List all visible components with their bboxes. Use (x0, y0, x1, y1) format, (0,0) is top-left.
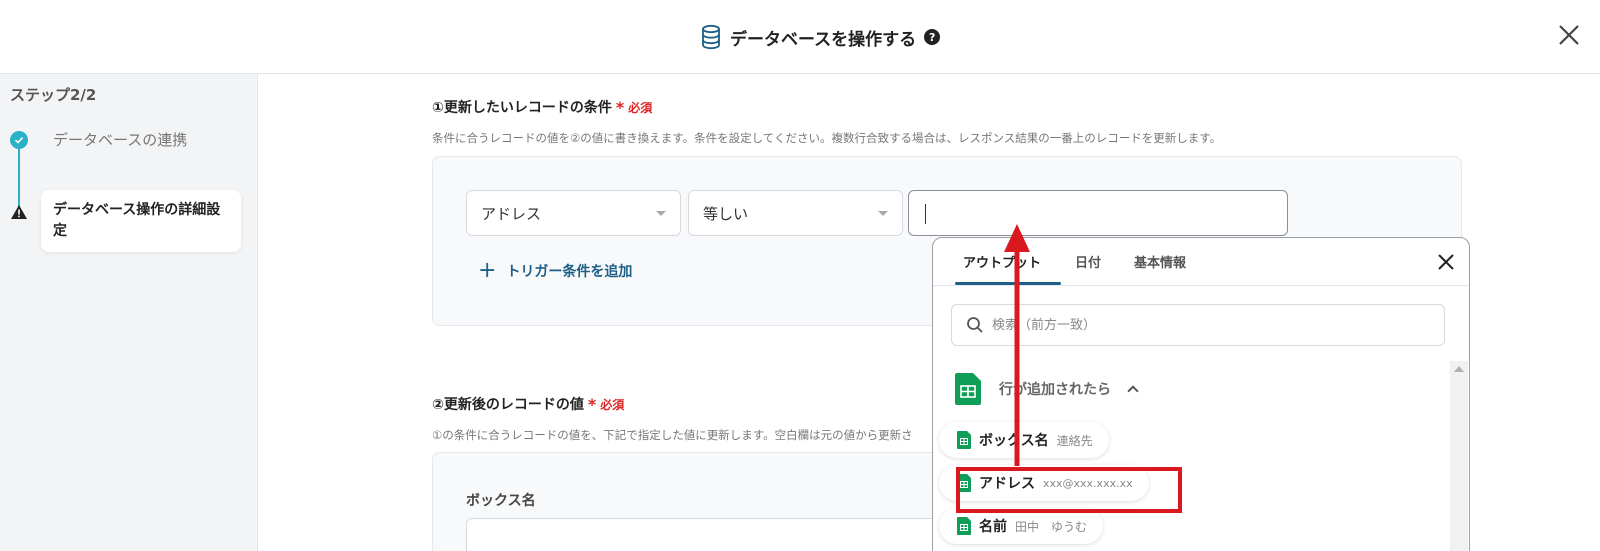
condition-value-input[interactable] (908, 190, 1288, 236)
box-name-input[interactable] (466, 518, 946, 551)
variable-sample: 連絡先 (1056, 433, 1093, 448)
field-select-value: アドレス (481, 204, 542, 223)
spreadsheet-icon (955, 373, 981, 405)
warning-icon (11, 205, 27, 219)
help-icon[interactable]: ? (924, 29, 941, 45)
section1-description: 条件に合うレコードの値を②の値に書き換えます。条件を設定してください。複数行合致… (432, 131, 1222, 145)
search-input[interactable] (992, 317, 1412, 333)
plus-icon: + (478, 258, 497, 283)
spreadsheet-icon (957, 431, 971, 449)
variable-item-box-name[interactable]: ボックス名 連絡先 (939, 422, 1109, 458)
section2-description: ①の条件に合うレコードの値を、下記で指定した値に更新します。空白欄は元の値から更… (432, 428, 913, 442)
section2-title-text: ②更新後のレコードの値 (432, 397, 584, 413)
tab-date[interactable]: 日付 (1075, 252, 1101, 271)
modal-header: データベースを操作する ? (0, 0, 1600, 74)
active-tab-indicator (955, 282, 1061, 285)
operator-select-value: 等しい (703, 204, 749, 223)
database-icon (702, 24, 720, 50)
required-mark: * (587, 394, 597, 414)
add-condition-button[interactable]: + トリガー条件を追加 (478, 260, 632, 282)
chevron-up-icon (1127, 385, 1139, 397)
variable-sample: 田中 ゆうむ (1015, 519, 1088, 534)
search-field[interactable] (951, 304, 1445, 346)
step-item-database-link[interactable]: データベースの連携 (53, 129, 187, 150)
step-sidebar: ステップ2/2 データベースの連携 データベース操作の詳細設定 (0, 74, 258, 551)
text-cursor (925, 204, 926, 224)
tab-output[interactable]: アウトプット (963, 252, 1041, 271)
variable-item-name[interactable]: 名前 田中 ゆうむ (939, 508, 1104, 544)
section1-title: ①更新したいレコードの条件 * 必須 (432, 97, 652, 117)
section2-title: ②更新後のレコードの値 * 必須 (432, 394, 624, 414)
section1-title-text: ①更新したいレコードの条件 (432, 100, 612, 116)
search-icon (967, 317, 983, 333)
caret-down-icon (656, 210, 666, 216)
variable-name: ボックス名 (979, 433, 1049, 449)
scrollbar[interactable] (1450, 361, 1468, 551)
close-icon[interactable] (1436, 252, 1456, 272)
close-icon[interactable] (1556, 22, 1582, 48)
required-label: 必須 (600, 397, 625, 412)
add-condition-label: トリガー条件を追加 (506, 264, 633, 280)
step-connector (18, 147, 20, 211)
step-item-operation-detail[interactable]: データベース操作の詳細設定 (41, 190, 241, 252)
spreadsheet-icon (957, 517, 971, 535)
operator-select[interactable]: 等しい (688, 190, 903, 236)
required-mark: * (615, 97, 625, 117)
popup-tabs: アウトプット 日付 基本情報 (933, 238, 1469, 286)
tab-basic-info[interactable]: 基本情報 (1134, 252, 1186, 271)
modal-title: データベースを操作する ? (700, 22, 941, 52)
caret-down-icon (878, 210, 888, 216)
modal-title-text: データベースを操作する (730, 29, 917, 50)
trigger-group-label: 行が追加されたら (999, 382, 1111, 398)
trigger-group-header[interactable]: 行が追加されたら (955, 373, 1139, 405)
box-name-label: ボックス名 (466, 493, 536, 509)
required-label: 必須 (628, 100, 653, 115)
scroll-up-icon[interactable] (1454, 366, 1464, 372)
annotation-highlight-box (956, 467, 1182, 513)
check-icon (10, 131, 28, 149)
field-select[interactable]: アドレス (466, 190, 681, 236)
step-counter: ステップ2/2 (10, 86, 97, 104)
variable-name: 名前 (979, 519, 1007, 535)
